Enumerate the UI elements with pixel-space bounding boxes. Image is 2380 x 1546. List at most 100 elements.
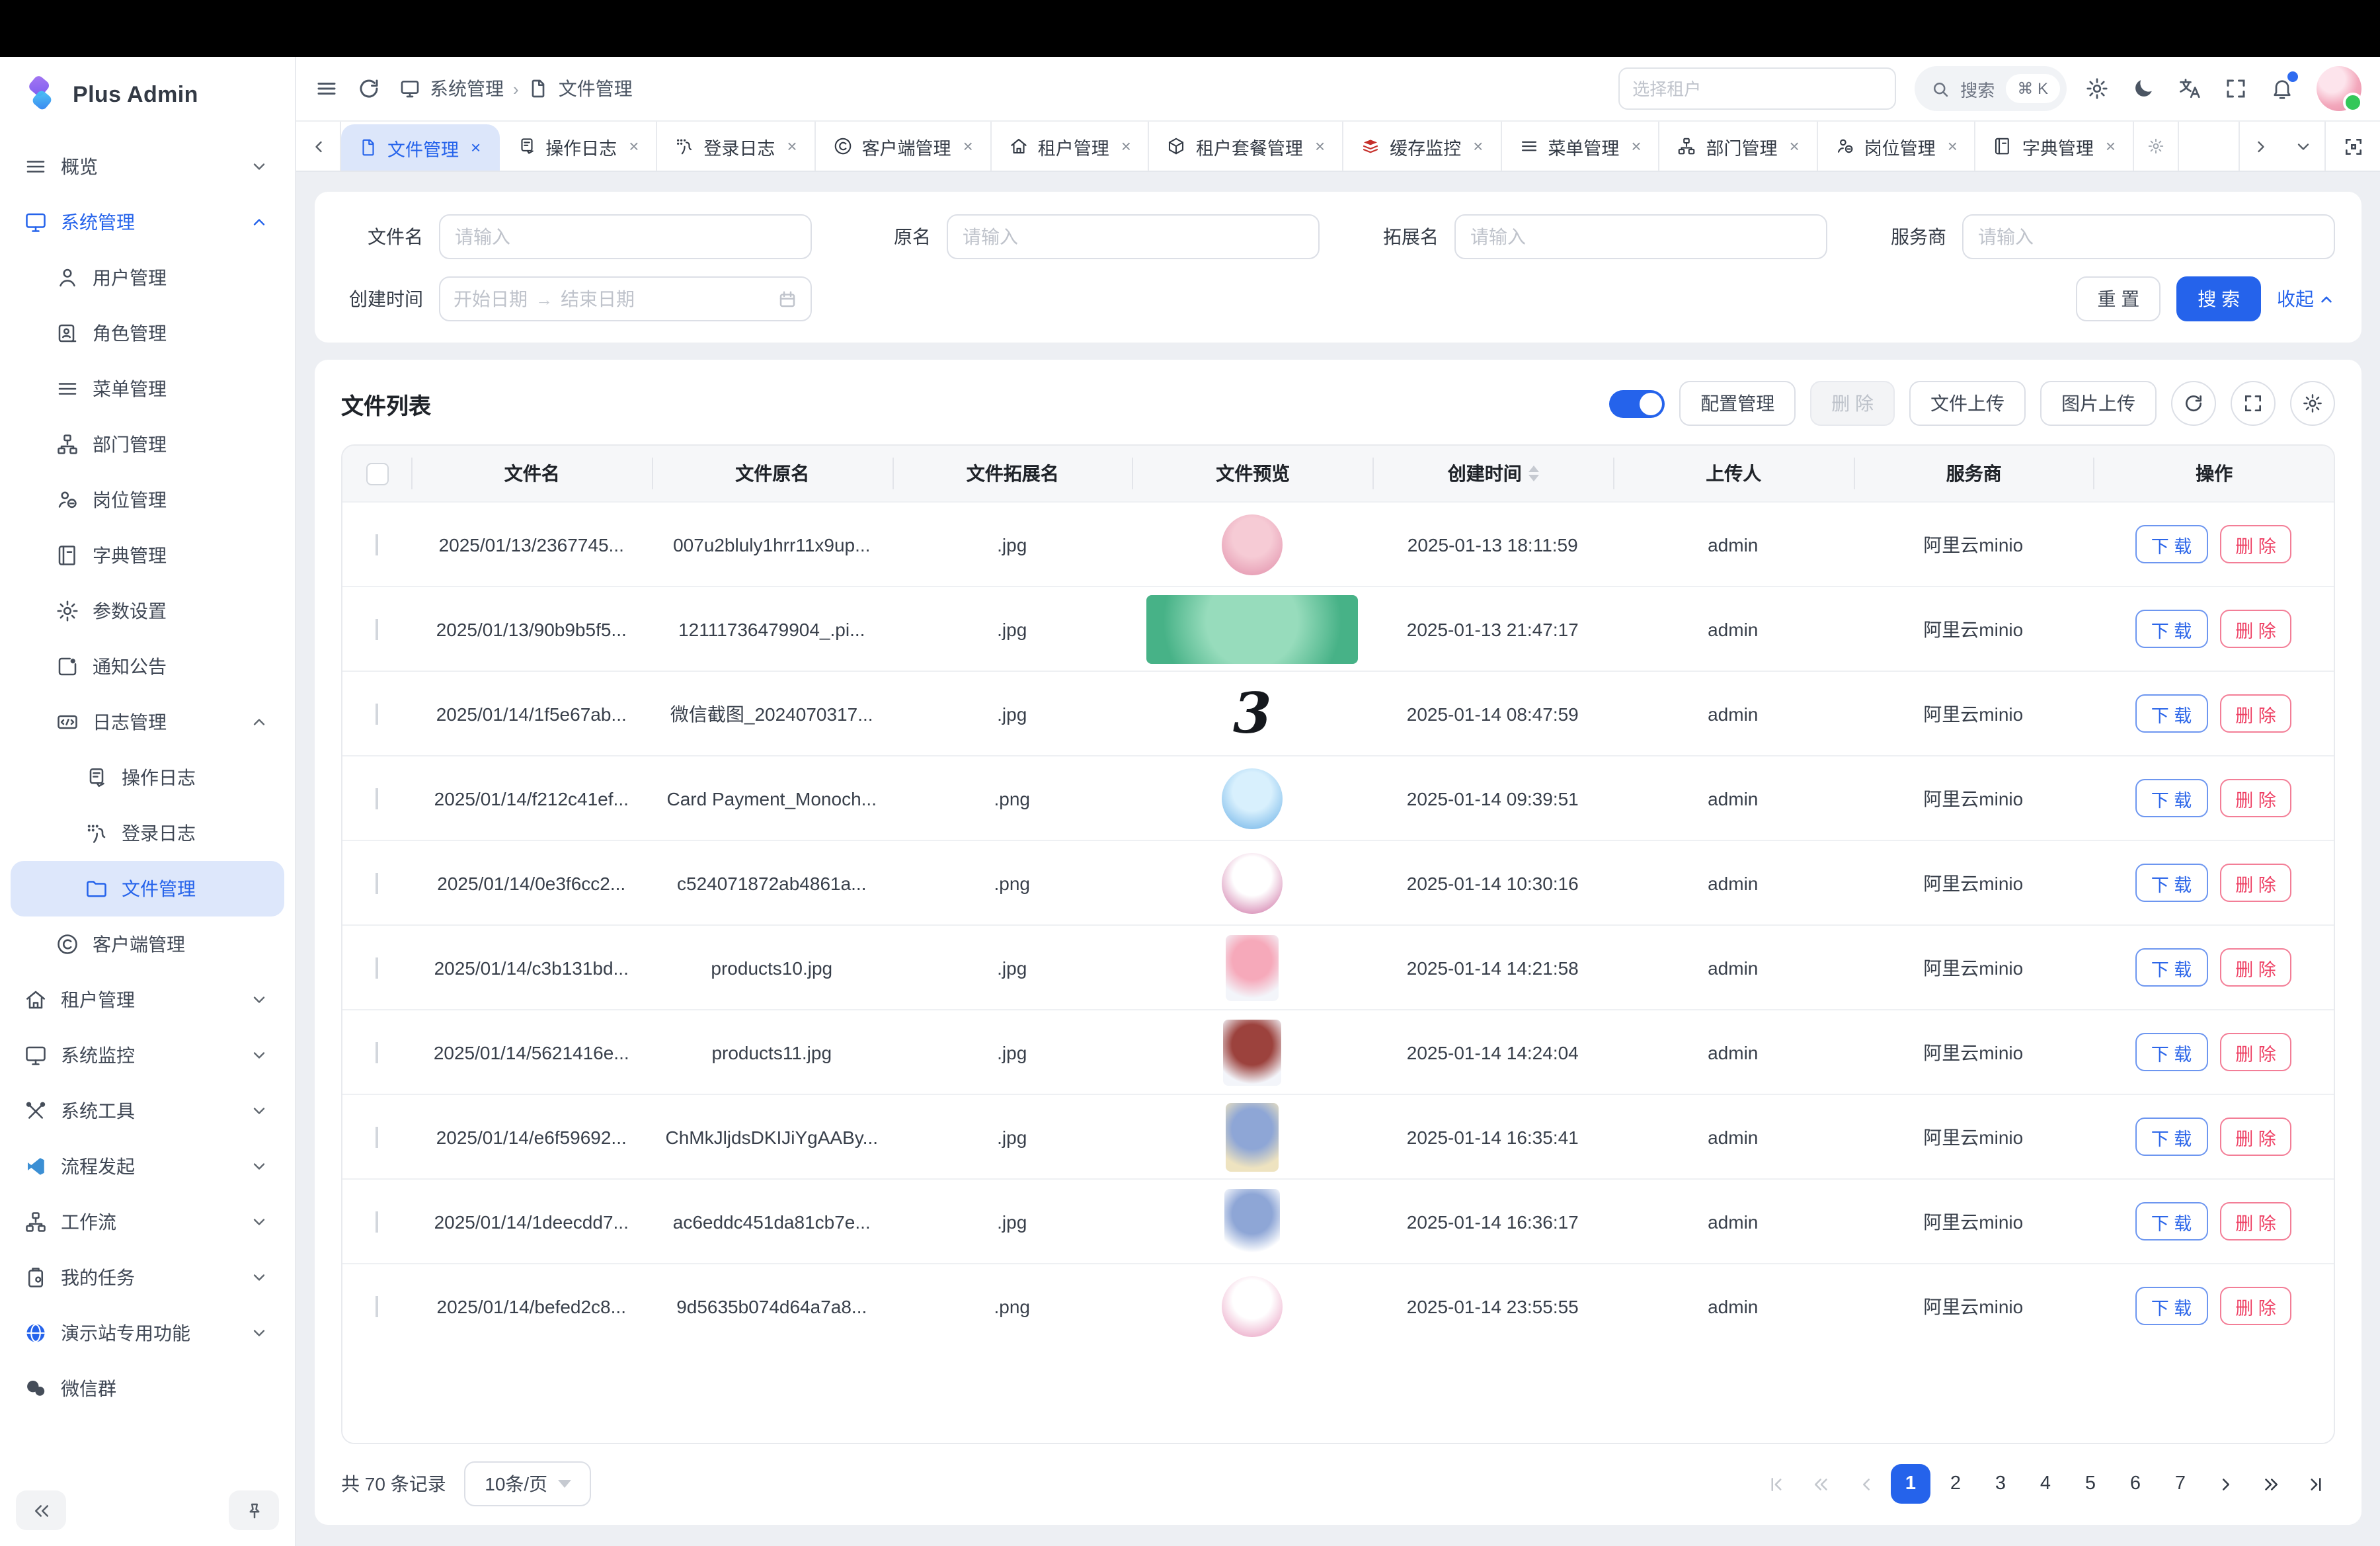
tab-操作日志[interactable]: 操作日志× (499, 122, 657, 171)
download-button[interactable]: 下 载 (2135, 1202, 2208, 1241)
row-checkbox[interactable] (376, 618, 378, 639)
close-icon[interactable]: × (787, 136, 797, 156)
delete-button[interactable]: 删 除 (2219, 610, 2292, 648)
delete-button[interactable]: 删 除 (2219, 779, 2292, 817)
tabs-scroll-left-button[interactable] (296, 122, 341, 171)
previous-page-button[interactable] (1846, 1464, 1885, 1504)
download-button[interactable]: 下 载 (2135, 694, 2208, 733)
sidebar-item-日志管理[interactable]: 日志管理 (11, 694, 284, 750)
tab-租户套餐管理[interactable]: 租户套餐管理× (1150, 122, 1343, 171)
next-page-button[interactable] (2205, 1464, 2245, 1504)
row-checkbox[interactable] (376, 957, 378, 978)
notifications[interactable] (2270, 77, 2294, 101)
download-button[interactable]: 下 载 (2135, 610, 2208, 648)
first-page-button[interactable] (1756, 1464, 1796, 1504)
column-header-操作[interactable]: 操作 (2094, 458, 2334, 489)
tabs-scroll-right-button[interactable] (2240, 122, 2282, 171)
sidebar-item-角色管理[interactable]: 角色管理 (11, 305, 284, 361)
row-checkbox[interactable] (376, 872, 378, 893)
download-button[interactable]: 下 载 (2135, 1287, 2208, 1325)
row-checkbox[interactable] (376, 788, 378, 809)
sidebar-item-客户端管理[interactable]: 客户端管理 (11, 916, 284, 972)
sidebar-item-岗位管理[interactable]: 岗位管理 (11, 472, 284, 528)
close-icon[interactable]: × (1790, 136, 1800, 156)
tab-clipped[interactable] (2134, 122, 2179, 171)
tenant-select-input[interactable] (1618, 67, 1895, 110)
sidebar-item-系统工具[interactable]: 系统工具 (11, 1083, 284, 1139)
image-upload-button[interactable]: 图片上传 (2040, 381, 2157, 426)
sidebar-item-字典管理[interactable]: 字典管理 (11, 528, 284, 583)
page-7-button[interactable]: 7 (2161, 1464, 2200, 1504)
tab-字典管理[interactable]: 字典管理× (1976, 122, 2134, 171)
breadcrumb-root[interactable]: 系统管理 (430, 75, 504, 102)
jump-back-button[interactable] (1801, 1464, 1841, 1504)
column-header-文件拓展名[interactable]: 文件拓展名 (892, 458, 1132, 489)
close-icon[interactable]: × (1948, 136, 1958, 156)
dark-mode-moon-icon[interactable] (2131, 77, 2155, 101)
tab-部门管理[interactable]: 部门管理× (1660, 122, 1818, 171)
sidebar-item-概览[interactable]: 概览 (11, 139, 284, 194)
close-icon[interactable]: × (963, 136, 973, 156)
download-button[interactable]: 下 载 (2135, 1118, 2208, 1156)
file-preview-thumbnail[interactable] (1222, 852, 1283, 913)
refresh-icon[interactable] (357, 77, 381, 101)
table-expand-button[interactable] (2231, 381, 2276, 426)
collapse-filters-link[interactable]: 收起 (2277, 286, 2335, 312)
column-header-服务商[interactable]: 服务商 (1853, 458, 2094, 489)
delete-button[interactable]: 删 除 (2219, 948, 2292, 987)
page-1-button[interactable]: 1 (1891, 1464, 1930, 1504)
fullscreen-icon[interactable] (2224, 77, 2248, 101)
search-button[interactable]: 搜 索 (2176, 276, 2261, 321)
close-icon[interactable]: × (1121, 136, 1131, 156)
close-icon[interactable]: × (471, 138, 481, 157)
file-preview-thumbnail[interactable]: 3 (1210, 679, 1294, 748)
download-button[interactable]: 下 载 (2135, 864, 2208, 902)
page-size-select[interactable]: 10条/页 (465, 1461, 592, 1506)
sidebar-item-用户管理[interactable]: 用户管理 (11, 250, 284, 305)
file-preview-thumbnail[interactable] (1223, 1019, 1281, 1085)
close-icon[interactable]: × (629, 136, 639, 156)
settings-gear-icon[interactable] (2085, 77, 2109, 101)
config-manage-button[interactable]: 配置管理 (1679, 381, 1796, 426)
file-preview-thumbnail[interactable] (1222, 768, 1283, 829)
date-range-picker[interactable]: 开始日期 → 结束日期 (439, 276, 812, 321)
table-refresh-button[interactable] (2171, 381, 2216, 426)
sidebar-item-演示站专用功能[interactable]: 演示站专用功能 (11, 1305, 284, 1361)
sidebar-item-部门管理[interactable]: 部门管理 (11, 417, 284, 472)
download-button[interactable]: 下 载 (2135, 779, 2208, 817)
jump-forward-button[interactable] (2250, 1464, 2290, 1504)
tab-菜单管理[interactable]: 菜单管理× (1501, 122, 1659, 171)
language-translate-icon[interactable] (2178, 77, 2202, 101)
sidebar-toggle-icon[interactable] (315, 77, 338, 101)
tab-岗位管理[interactable]: 岗位管理× (1818, 122, 1976, 171)
tab-客户端管理[interactable]: 客户端管理× (816, 122, 992, 171)
filename-input[interactable] (439, 214, 812, 259)
page-6-button[interactable]: 6 (2116, 1464, 2155, 1504)
column-header-文件名[interactable]: 文件名 (411, 458, 652, 489)
column-header-文件预览[interactable]: 文件预览 (1132, 458, 1373, 489)
tabs-dropdown-button[interactable] (2282, 122, 2324, 171)
row-checkbox[interactable] (376, 1211, 378, 1232)
row-checkbox[interactable] (376, 534, 378, 555)
delete-button[interactable]: 删 除 (2219, 1118, 2292, 1156)
sidebar-item-我的任务[interactable]: 我的任务 (11, 1250, 284, 1305)
reset-button[interactable]: 重 置 (2076, 276, 2161, 321)
content-fullscreen-button[interactable] (2324, 122, 2380, 171)
sidebar-item-流程发起[interactable]: 流程发起 (11, 1139, 284, 1194)
sidebar-item-微信群[interactable]: 微信群 (11, 1361, 284, 1416)
delete-button[interactable]: 删 除 (2219, 1202, 2292, 1241)
close-icon[interactable]: × (1473, 136, 1483, 156)
page-3-button[interactable]: 3 (1981, 1464, 2020, 1504)
column-header-上传人[interactable]: 上传人 (1613, 458, 1854, 489)
extension-input[interactable] (1454, 214, 1827, 259)
column-header-创建时间[interactable]: 创建时间 (1372, 458, 1613, 489)
file-preview-thumbnail[interactable] (1226, 934, 1279, 1000)
sidebar-item-登录日志[interactable]: 登录日志 (11, 805, 284, 861)
sidebar-item-操作日志[interactable]: 操作日志 (11, 750, 284, 805)
sidebar-item-租户管理[interactable]: 租户管理 (11, 972, 284, 1028)
close-icon[interactable]: × (2106, 136, 2116, 156)
global-search[interactable]: 搜索 ⌘ K (1914, 66, 2067, 111)
close-icon[interactable]: × (1315, 136, 1325, 156)
select-all-checkbox[interactable] (366, 462, 388, 485)
download-button[interactable]: 下 载 (2135, 948, 2208, 987)
